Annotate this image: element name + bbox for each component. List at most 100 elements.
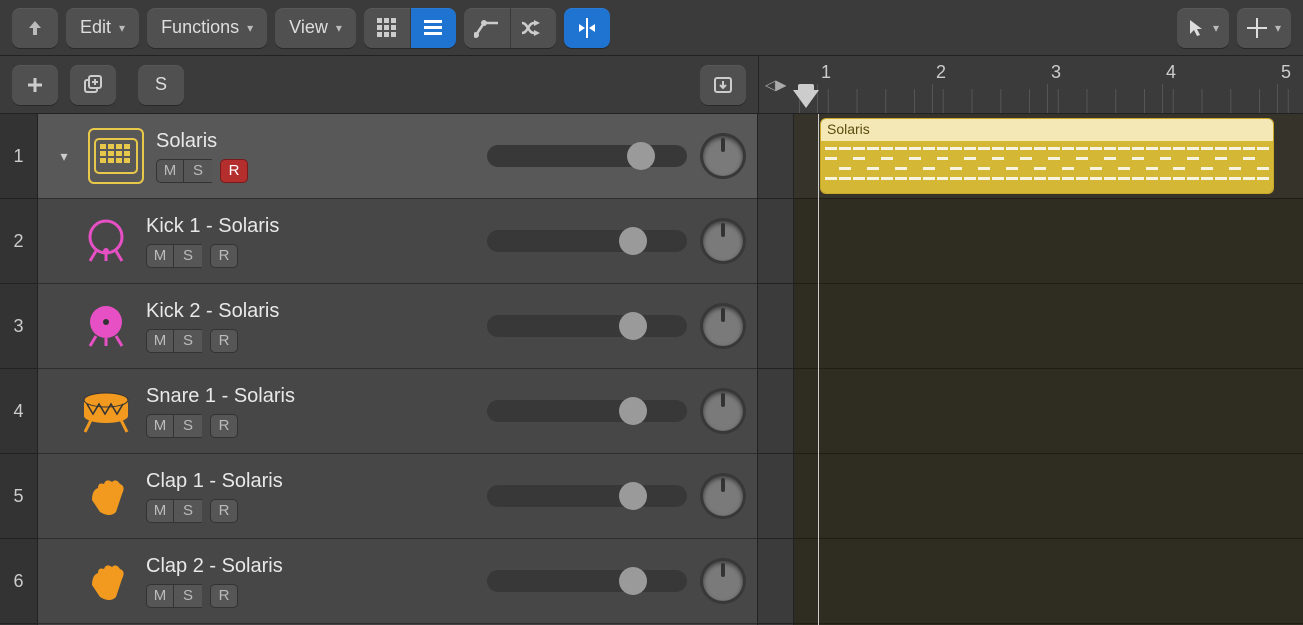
track-index[interactable]: 5 [0, 454, 37, 539]
record-enable-button[interactable]: R [210, 414, 238, 438]
track-index[interactable]: 6 [0, 539, 37, 624]
collapse-tracks-button[interactable] [700, 65, 746, 105]
automation-curve-icon [474, 17, 500, 39]
chevron-down-icon: ▾ [1213, 21, 1219, 35]
pan-knob[interactable] [703, 391, 743, 431]
track-index[interactable]: 3 [0, 284, 37, 369]
track-name[interactable]: Clap 1 - Solaris [146, 470, 396, 493]
track-index[interactable]: 4 [0, 369, 37, 454]
mute-button[interactable]: M [146, 499, 174, 523]
mute-button[interactable]: M [146, 414, 174, 438]
functions-menu[interactable]: Functions ▾ [147, 8, 267, 48]
crosshair-icon [1247, 18, 1267, 38]
track-icon[interactable] [88, 128, 144, 184]
track-index[interactable]: 1 [0, 114, 37, 199]
track-header[interactable]: ▾ Solaris M S R [38, 114, 757, 199]
track-headers: ▾ Solaris M S R [38, 114, 758, 625]
arrange-lane[interactable] [794, 199, 1303, 284]
volume-slider[interactable] [487, 315, 687, 337]
pointer-tool-button[interactable]: ▾ [1177, 8, 1229, 48]
duplicate-track-button[interactable] [70, 65, 116, 105]
record-enable-button[interactable]: R [210, 584, 238, 608]
volume-slider[interactable] [487, 230, 687, 252]
arrange-lane[interactable]: Solaris [794, 114, 1303, 199]
automation-gutter [758, 114, 794, 625]
volume-slider[interactable] [487, 145, 687, 167]
shuffle-icon [520, 17, 546, 39]
bar-ruler[interactable]: 1 2 3 4 5 [799, 56, 1303, 113]
global-solo-button[interactable]: S [138, 65, 184, 105]
mute-button[interactable]: M [146, 329, 174, 353]
track-name[interactable]: Kick 2 - Solaris [146, 300, 396, 323]
pan-knob[interactable] [703, 476, 743, 516]
track-icon[interactable] [78, 468, 134, 524]
add-track-button[interactable] [12, 65, 58, 105]
pan-knob[interactable] [703, 221, 743, 261]
playhead-line[interactable] [818, 114, 819, 625]
disclosure-toggle[interactable]: ▾ [52, 148, 76, 165]
volume-slider[interactable] [487, 400, 687, 422]
midi-region[interactable]: Solaris [820, 118, 1274, 194]
arrange-lane[interactable] [794, 284, 1303, 369]
ruler-marker: 5 [1281, 62, 1291, 83]
solo-button[interactable]: S [174, 329, 202, 353]
track-icon[interactable] [78, 298, 134, 354]
solo-button[interactable]: S [174, 499, 202, 523]
mute-button[interactable]: M [146, 584, 174, 608]
arrange-area[interactable]: Solaris [794, 114, 1303, 625]
ruler-area[interactable]: ◁▶ 1 2 3 4 5 [758, 56, 1303, 113]
track-name[interactable]: Solaris [156, 130, 406, 153]
chevron-down-icon: ▾ [119, 21, 125, 35]
track-header[interactable]: Clap 2 - Solaris M S R [38, 539, 757, 624]
mute-button[interactable]: M [156, 159, 184, 183]
catch-playhead-button[interactable]: ◁▶ [765, 76, 787, 93]
track-index[interactable]: 2 [0, 199, 37, 284]
view-menu[interactable]: View ▾ [275, 8, 356, 48]
alt-tool-button[interactable]: ▾ [1237, 8, 1291, 48]
track-header[interactable]: Kick 1 - Solaris M S R [38, 199, 757, 284]
snap-icon [575, 16, 599, 40]
track-name[interactable]: Kick 1 - Solaris [146, 215, 396, 238]
ruler-marker: 4 [1166, 62, 1176, 83]
functions-menu-label: Functions [161, 17, 239, 38]
solo-button[interactable]: S [174, 584, 202, 608]
track-name[interactable]: Snare 1 - Solaris [146, 385, 396, 408]
track-header[interactable]: Kick 2 - Solaris M S R [38, 284, 757, 369]
list-view-button[interactable] [410, 8, 456, 48]
arrange-lane[interactable] [794, 369, 1303, 454]
record-enable-button[interactable]: R [210, 499, 238, 523]
record-enable-button[interactable]: R [220, 159, 248, 183]
solo-button[interactable]: S [174, 244, 202, 268]
volume-slider[interactable] [487, 570, 687, 592]
edit-menu[interactable]: Edit ▾ [66, 8, 139, 48]
go-up-button[interactable] [12, 8, 58, 48]
track-header[interactable]: Clap 1 - Solaris M S R [38, 454, 757, 539]
track-icon[interactable] [78, 553, 134, 609]
pan-knob[interactable] [703, 561, 743, 601]
mute-button[interactable]: M [146, 244, 174, 268]
solo-button[interactable]: S [174, 414, 202, 438]
kick-drum-icon [82, 217, 130, 265]
pan-knob[interactable] [703, 136, 743, 176]
clap-icon [82, 472, 130, 520]
snap-to-grid-button[interactable] [564, 8, 610, 48]
ruler-marker: 3 [1051, 62, 1061, 83]
kick-drum-icon [82, 302, 130, 350]
arrange-lane[interactable] [794, 454, 1303, 539]
track-icon[interactable] [78, 213, 134, 269]
volume-slider[interactable] [487, 485, 687, 507]
automation-curve-button[interactable] [464, 8, 510, 48]
solo-button[interactable]: S [184, 159, 212, 183]
shuffle-button[interactable] [510, 8, 556, 48]
editor-toolbar: Edit ▾ Functions ▾ View ▾ ▾ [0, 0, 1303, 56]
playhead[interactable] [793, 84, 819, 106]
record-enable-button[interactable]: R [210, 329, 238, 353]
track-name[interactable]: Clap 2 - Solaris [146, 555, 396, 578]
pan-knob[interactable] [703, 306, 743, 346]
grid-view-button[interactable] [364, 8, 410, 48]
record-enable-button[interactable]: R [210, 244, 238, 268]
track-header[interactable]: Snare 1 - Solaris M S R [38, 369, 757, 454]
arrange-lane[interactable] [794, 539, 1303, 624]
tracks-area: 1 2 3 4 5 6 ▾ Solaris M S R [0, 114, 1303, 625]
track-icon[interactable] [78, 383, 134, 439]
